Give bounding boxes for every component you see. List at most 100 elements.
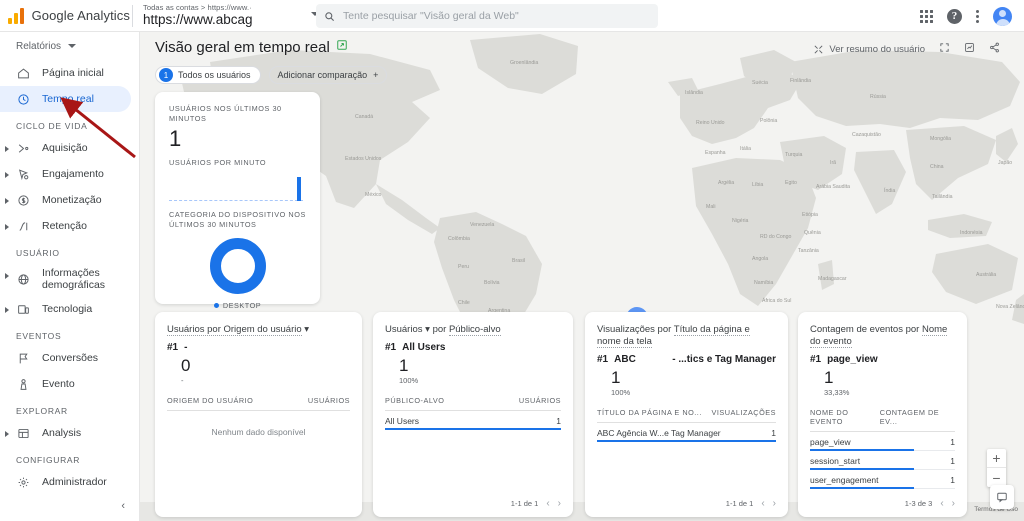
chevron-left-icon[interactable]: ‹: [121, 500, 125, 512]
analysis-grid-icon: [12, 427, 34, 440]
insights-share-icon[interactable]: [336, 38, 348, 56]
sidebar-item-analysis[interactable]: Analysis: [0, 420, 139, 446]
sidebar-group-lifecycle: Ciclo de vida: [16, 121, 88, 131]
row-label: page_view: [810, 437, 851, 447]
rank-sub: 100%: [611, 388, 631, 397]
sidebar: Relatórios Página inicial Tempo real Cic…: [0, 32, 140, 521]
table-row[interactable]: user_engagement 1: [810, 470, 955, 489]
column-header-right: Visualizações: [711, 408, 776, 417]
card-title-dimension[interactable]: Público-alvo: [448, 324, 501, 336]
rank-value: 1: [611, 368, 621, 387]
zoom-in-icon[interactable]: +: [987, 449, 1006, 468]
map-label: China: [930, 164, 944, 170]
rank-value: 1: [399, 356, 409, 375]
table-row[interactable]: page_view 1: [810, 432, 955, 451]
sidebar-item-engagement[interactable]: Engajamento: [0, 161, 139, 187]
sidebar-collapse-button[interactable]: ‹: [0, 495, 139, 517]
sidebar-item-monetization[interactable]: Monetização: [0, 187, 139, 213]
sidebar-item-demographics[interactable]: Informações demográficas: [0, 262, 139, 296]
card-title-dimension[interactable]: Usuários por Origem do usuário: [167, 324, 302, 336]
map-label: Japão: [998, 160, 1013, 166]
sidebar-item-realtime[interactable]: Tempo real: [0, 86, 131, 112]
table-row[interactable]: session_start 1: [810, 451, 955, 470]
chevron-left-icon[interactable]: ‹: [761, 498, 764, 509]
sparkline-axis: [169, 200, 303, 201]
chevron-right-icon[interactable]: ›: [773, 498, 776, 509]
ga-logo[interactable]: Google Analytics: [0, 7, 130, 24]
share-icon[interactable]: [989, 42, 1000, 56]
map-label: Líbia: [752, 182, 764, 188]
devices-icon: [12, 303, 34, 316]
account-selector[interactable]: Todas as contas > https://www.· https://…: [143, 0, 321, 32]
sidebar-item-label: Informações demográficas: [42, 267, 106, 291]
chevron-down-icon[interactable]: [68, 44, 77, 48]
view-user-summary-button[interactable]: Ver resumo do usuário: [813, 44, 925, 55]
sidebar-item-label: Página inicial: [42, 67, 104, 79]
map-label: Suécia: [752, 80, 768, 86]
row-value: 1: [950, 437, 955, 447]
table-row[interactable]: ABC Agência W...e Tag Manager 1: [597, 423, 776, 442]
users-30min-label: Usuários nos últimos 30 minutos: [169, 104, 282, 123]
card-title-metric[interactable]: Usuários: [385, 324, 423, 335]
insights-icon[interactable]: [964, 42, 975, 56]
apps-grid-icon[interactable]: [920, 9, 933, 23]
sidebar-item-home[interactable]: Página inicial: [0, 60, 139, 86]
comparison-chips: 1 Todos os usuários Adicionar comparação…: [155, 66, 388, 84]
card-title[interactable]: Contagem de eventos por Nome do evento: [810, 324, 955, 348]
help-circle-icon[interactable]: ?: [947, 8, 962, 24]
legend-label: Desktop: [222, 301, 262, 310]
sidebar-item-admin[interactable]: Administrador: [0, 469, 139, 495]
view-user-summary-label: Ver resumo do usuário: [829, 43, 925, 55]
sidebar-item-label: Tempo real: [42, 93, 94, 105]
chevron-left-icon[interactable]: ‹: [546, 498, 549, 509]
search-box[interactable]: [316, 4, 658, 28]
chevron-down-icon[interactable]: ▾: [304, 324, 309, 335]
chip-all-users[interactable]: 1 Todos os usuários: [155, 66, 261, 84]
map-label: Madagascar: [818, 276, 847, 282]
map-label: Rússia: [870, 94, 886, 100]
chevron-left-icon[interactable]: ‹: [940, 498, 943, 509]
chevron-right-icon[interactable]: ›: [558, 498, 561, 509]
card-title[interactable]: Usuários ▾ por Público-alvo: [385, 324, 561, 336]
top-rank-row: #1 ABC - ...tics e Tag Manager: [597, 354, 776, 365]
empty-state-message: Nenhum dado disponível: [211, 427, 306, 437]
map-label: Indonésia: [960, 230, 983, 236]
card-title[interactable]: Usuários por Origem do usuário ▾: [167, 324, 350, 336]
top-bar: Google Analytics Todas as contas > https…: [0, 0, 1024, 32]
sidebar-item-label: Administrador: [42, 476, 107, 488]
sidebar-item-conversions[interactable]: Conversões: [0, 345, 139, 371]
table-row[interactable]: All Users 1: [385, 411, 561, 430]
search-input[interactable]: [343, 10, 643, 22]
users-per-minute-sparkline: [169, 175, 306, 201]
row-label: ABC Agência W...e Tag Manager: [597, 428, 721, 438]
reports-selector[interactable]: Relatórios: [0, 32, 139, 60]
map-label: Egito: [785, 180, 797, 186]
sidebar-bottom: Administrador ‹: [0, 469, 139, 521]
sidebar-item-label: Engajamento: [42, 168, 104, 180]
sidebar-item-event[interactable]: Evento: [0, 371, 139, 397]
map-label: Espanha: [705, 150, 726, 156]
chevron-down-icon[interactable]: ▾: [425, 324, 430, 335]
sidebar-item-retention[interactable]: Retenção: [0, 213, 139, 239]
sidebar-item-acquisition[interactable]: Aquisição: [0, 135, 139, 161]
fullscreen-icon[interactable]: [939, 42, 950, 56]
map-zoom-controls[interactable]: + −: [987, 449, 1006, 487]
rank-value: 1: [824, 368, 834, 387]
sidebar-item-technology[interactable]: Tecnologia: [0, 296, 139, 322]
card-event-count-by-event-name: Contagem de eventos por Nome do evento #…: [798, 312, 967, 517]
users-30min-value: 1: [169, 126, 182, 151]
chevron-right-icon[interactable]: ›: [952, 498, 955, 509]
row-value: 1: [950, 456, 955, 466]
map-label: Finlândia: [790, 78, 812, 84]
kebab-menu-icon[interactable]: [976, 9, 979, 23]
rank-sub: -: [181, 376, 184, 385]
chip-add-comparison[interactable]: Adicionar comparação +: [268, 66, 388, 84]
analytics-bars-icon: [8, 7, 24, 24]
map-label: Argélia: [718, 180, 735, 186]
feedback-button[interactable]: [990, 485, 1014, 509]
card-title[interactable]: Visualizações por Título da página e nom…: [597, 324, 776, 348]
chip-badge: 1: [159, 68, 173, 82]
sidebar-item-label: Tecnologia: [42, 303, 93, 315]
user-avatar-icon[interactable]: [993, 6, 1012, 26]
legend-dot: [213, 303, 219, 308]
